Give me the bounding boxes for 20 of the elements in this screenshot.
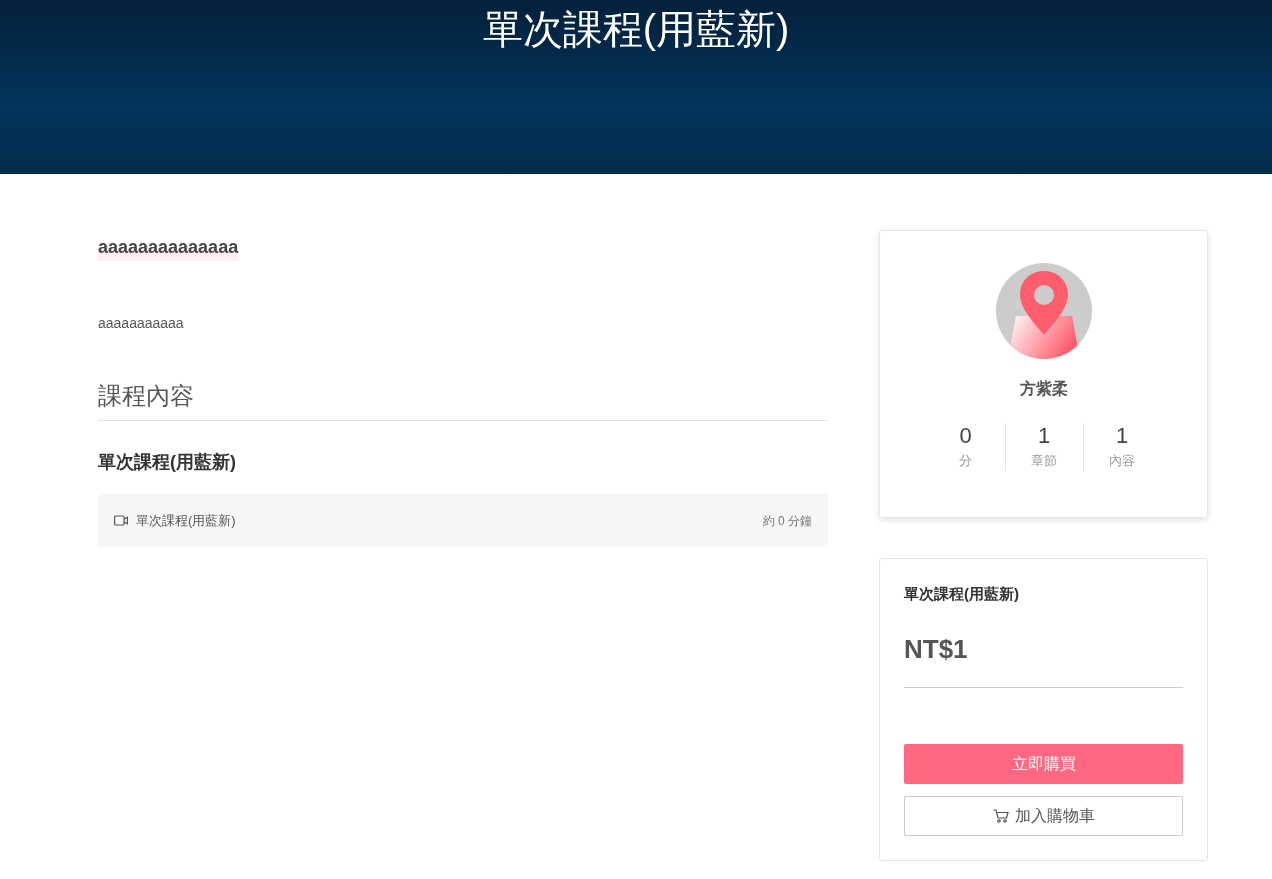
price: NT$1 [904,629,1183,688]
course-description: aaaaaaaaaaa [98,314,185,333]
lesson-title: 單次課程(用藍新) [136,511,236,530]
lesson-row[interactable]: 單次課程(用藍新) 約 0 分鐘 [98,494,828,547]
chapter-title: 單次課程(用藍新) [98,451,237,474]
stat-value: 1 [1115,423,1129,449]
cart-icon [992,808,1009,823]
stat-value: 0 [959,423,972,449]
page-title: 單次課程(用藍新) [482,6,790,53]
stat-label: 章節 [1031,452,1057,470]
stat-value: 1 [1037,423,1051,449]
stat-label: 內容 [1109,452,1135,470]
video-camera-icon [114,515,128,526]
purchase-title: 單次課程(用藍新) [904,584,1020,604]
section-title: 課程內容 [98,378,828,421]
lesson-duration: 約 0 分鐘 [762,512,812,530]
add-to-cart-button[interactable]: 加入購物車 [904,795,1183,836]
instructor-name: 方紫柔 [1019,379,1068,399]
stat-label: 分 [959,452,972,470]
avatar-map-pin-icon [995,263,1092,359]
